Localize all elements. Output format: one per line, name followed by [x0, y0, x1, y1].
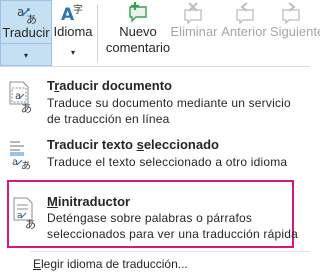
delete-comment-icon [184, 2, 202, 24]
translate-icon: a あ [17, 5, 37, 24]
ribbon-divider [97, 4, 98, 62]
svg-text:あ: あ [21, 160, 31, 170]
menu-item-title: Traducir documento [47, 78, 172, 93]
previous-comment-icon [236, 2, 254, 24]
translate-dropdown-menu: a あ Traducir documento Traduce su docume… [0, 66, 310, 275]
chevron-down-icon[interactable]: ▾ [52, 48, 94, 57]
menu-item-translate-document[interactable]: a あ Traducir documento Traduce su docume… [0, 74, 310, 132]
menu-item-translate-selection[interactable]: a あ Traducir texto seleccionado Traduce … [0, 133, 310, 173]
split-divider [1, 43, 51, 44]
menu-item-title: Traducir texto seleccionado [47, 137, 219, 152]
mini-translator-icon: a あ [13, 197, 36, 230]
language-label: Idioma [53, 24, 93, 39]
new-comment-icon [129, 2, 147, 23]
svg-text:あ: あ [26, 13, 37, 24]
delete-comment-button[interactable]: Eliminar [164, 0, 224, 66]
svg-text:あ: あ [25, 218, 36, 230]
translate-label: Traducir [2, 25, 50, 40]
svg-text:a: a [15, 91, 21, 102]
delete-label: Eliminar [170, 24, 218, 39]
svg-text:a: a [17, 5, 24, 19]
menu-separator [30, 251, 310, 252]
next-comment-button[interactable]: Siguiente [262, 0, 320, 66]
review-ribbon: a あ Traducir ▾ A 字 Idioma ▾ Nuevo coment… [0, 0, 320, 66]
language-button[interactable]: A 字 Idioma ▾ [52, 0, 94, 66]
svg-text:a: a [17, 211, 23, 221]
menu-item-description: Traduce el texto seleccionado a otro idi… [47, 155, 288, 169]
menu-item-description: Traduce su documento mediante un servici… [47, 96, 291, 126]
translate-selection-icon: a あ [10, 141, 31, 170]
next-comment-icon [282, 2, 300, 24]
language-icon: A 字 [61, 3, 83, 24]
svg-text:a: a [12, 157, 18, 168]
translate-document-icon: a あ [9, 81, 32, 114]
chevron-down-icon[interactable]: ▾ [1, 51, 51, 60]
translate-button[interactable]: a あ Traducir ▾ [0, 0, 52, 66]
svg-text:あ: あ [21, 102, 32, 114]
next-label: Siguiente [270, 24, 320, 39]
svg-text:字: 字 [73, 3, 83, 16]
menu-item-choose-language[interactable]: Elegir idioma de traducción... [0, 254, 310, 274]
menu-item-description: Deténgase sobre palabras o párrafos sele… [47, 211, 298, 241]
menu-item-mini-translator[interactable]: a あ Minitraductor Deténgase sobre palabr… [7, 180, 298, 248]
menu-item-title: Minitraductor [47, 194, 131, 209]
choose-language-label: Elegir idioma de traducción... [33, 257, 188, 271]
